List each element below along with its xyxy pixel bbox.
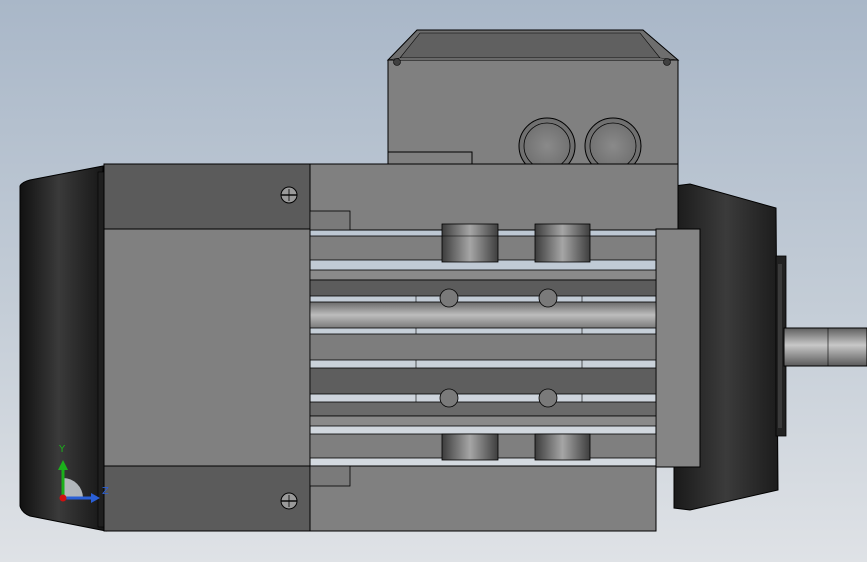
cooling-fins (309, 235, 657, 459)
motor-model[interactable] (0, 0, 867, 562)
motor-shaft[interactable] (783, 327, 867, 367)
triad-z-label: Z (102, 486, 109, 497)
boss-bottom-right (534, 433, 591, 461)
boss-bottom-left (441, 433, 499, 461)
screw-top (280, 186, 298, 204)
boss-top-left (441, 223, 499, 263)
triad-origin (59, 494, 67, 502)
boss-top-right (534, 223, 591, 263)
3d-viewport[interactable]: Y Z (0, 0, 867, 562)
triad-y-label: Y (59, 444, 66, 455)
screw-bottom (280, 492, 298, 510)
